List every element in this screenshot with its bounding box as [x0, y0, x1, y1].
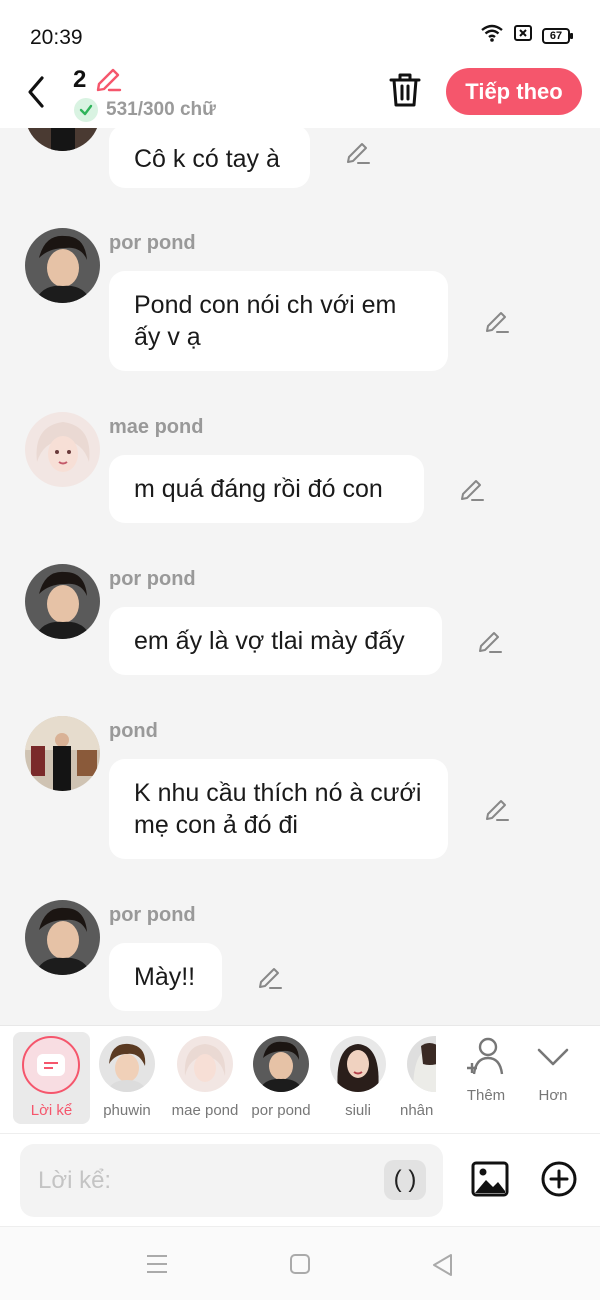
edit-message-button[interactable]: [484, 309, 510, 340]
avatar[interactable]: [25, 900, 100, 975]
character-siuli[interactable]: siuli: [320, 1036, 396, 1119]
chevron-left-icon: [28, 76, 44, 108]
sender-name: por pond: [109, 232, 196, 254]
sim-icon: [514, 25, 532, 46]
status-bar: 20:39 67: [0, 0, 600, 62]
message-bubble[interactable]: m quá đáng rồi đó con: [109, 455, 424, 523]
char-counter: 531/300 chữ: [74, 98, 216, 122]
add-button[interactable]: [540, 1160, 578, 1203]
edit-message-button[interactable]: [459, 477, 485, 508]
narrator-icon: [22, 1036, 80, 1094]
header: 2 531/300 chữ Tiếp theo: [0, 62, 600, 128]
status-time: 20:39: [30, 26, 83, 49]
image-button[interactable]: [470, 1160, 510, 1203]
edit-count: 2: [73, 66, 87, 93]
add-person-icon: [467, 1037, 504, 1075]
next-button[interactable]: Tiếp theo: [446, 68, 582, 115]
character-label: por pond: [251, 1102, 311, 1119]
character-label: phuwin: [103, 1102, 151, 1119]
edit-message-button[interactable]: [257, 965, 283, 996]
pencil-icon: [259, 968, 282, 989]
narration-input[interactable]: [20, 1144, 443, 1217]
message-bubble[interactable]: Cô k có tay à: [109, 128, 310, 188]
narrator-tab[interactable]: Lời kể: [13, 1032, 90, 1124]
trash-icon: [389, 73, 421, 107]
wifi-icon: [480, 24, 504, 47]
avatar[interactable]: [25, 228, 100, 303]
delete-button[interactable]: [388, 72, 422, 113]
screen: 20:39 67 2 531/300 chữ Tiếp theo Cô k có…: [0, 0, 600, 1300]
message-bubble[interactable]: Pond con nói ch với em ấy v ạ: [109, 271, 448, 371]
edit-message-button[interactable]: [345, 140, 371, 171]
sender-name: por pond: [109, 904, 196, 926]
edit-message-button[interactable]: [477, 629, 503, 660]
pencil-icon: [486, 800, 509, 821]
image-icon: [471, 1161, 509, 1197]
character-por-pond[interactable]: por pond: [243, 1036, 319, 1119]
pencil-icon: [347, 143, 370, 164]
sender-name: por pond: [109, 568, 196, 590]
message-bubble[interactable]: K nhu cầu thích nó à cưới mẹ con ả đó đi: [109, 759, 448, 859]
avatar[interactable]: [25, 716, 100, 791]
avatar: [407, 1036, 436, 1092]
character-phuwin[interactable]: phuwin: [89, 1036, 165, 1119]
avatar[interactable]: [25, 412, 100, 487]
back-nav-icon[interactable]: [431, 1253, 455, 1282]
character-bar: Lời kể phuwin mae pond por pond siuli nh…: [0, 1025, 600, 1133]
message-bubble[interactable]: Mày!!: [109, 943, 222, 1011]
sender-name: mae pond: [109, 416, 204, 438]
character-label: nhân: [400, 1102, 434, 1119]
narrator-label: Lời kể: [30, 1102, 73, 1119]
more-button[interactable]: Hơn: [518, 1036, 588, 1104]
add-label: Thêm: [466, 1087, 506, 1104]
edit-title-button[interactable]: [94, 66, 122, 99]
avatar[interactable]: [25, 564, 100, 639]
pencil-icon: [486, 312, 509, 333]
menu-icon[interactable]: [145, 1253, 169, 1280]
status-icons: 67: [480, 24, 573, 47]
avatar: [99, 1036, 155, 1092]
pencil-icon: [461, 480, 484, 501]
parentheses-button[interactable]: ( ): [384, 1160, 426, 1200]
composer: ( ): [0, 1133, 600, 1226]
edit-message-button[interactable]: [484, 797, 510, 828]
battery-icon: 67: [542, 27, 573, 44]
char-counter-text: 531/300 chữ: [106, 99, 216, 120]
avatar: [177, 1036, 233, 1092]
character-label: siuli: [345, 1102, 371, 1119]
avatar[interactable]: [25, 128, 100, 151]
system-nav-bar: [0, 1226, 600, 1300]
add-character-button[interactable]: Thêm: [451, 1036, 521, 1104]
sender-name: pond: [109, 720, 158, 742]
character-label: mae pond: [171, 1102, 239, 1119]
avatar: [330, 1036, 386, 1092]
pencil-icon: [96, 68, 122, 92]
message-bubble[interactable]: em ấy là vợ tlai mày đấy: [109, 607, 442, 675]
chevron-down-icon: [537, 1048, 569, 1066]
plus-circle-icon: [541, 1161, 577, 1197]
chat-area: Cô k có tay à por pond Pond con nói ch v…: [0, 128, 600, 1025]
back-button[interactable]: [22, 72, 52, 112]
character-nhan[interactable]: nhân: [396, 1036, 436, 1119]
avatar: [253, 1036, 309, 1092]
more-label: Hơn: [538, 1087, 568, 1104]
check-icon: [74, 98, 98, 122]
home-icon[interactable]: [289, 1253, 311, 1280]
pencil-icon: [479, 632, 502, 653]
character-mae-pond[interactable]: mae pond: [167, 1036, 243, 1119]
